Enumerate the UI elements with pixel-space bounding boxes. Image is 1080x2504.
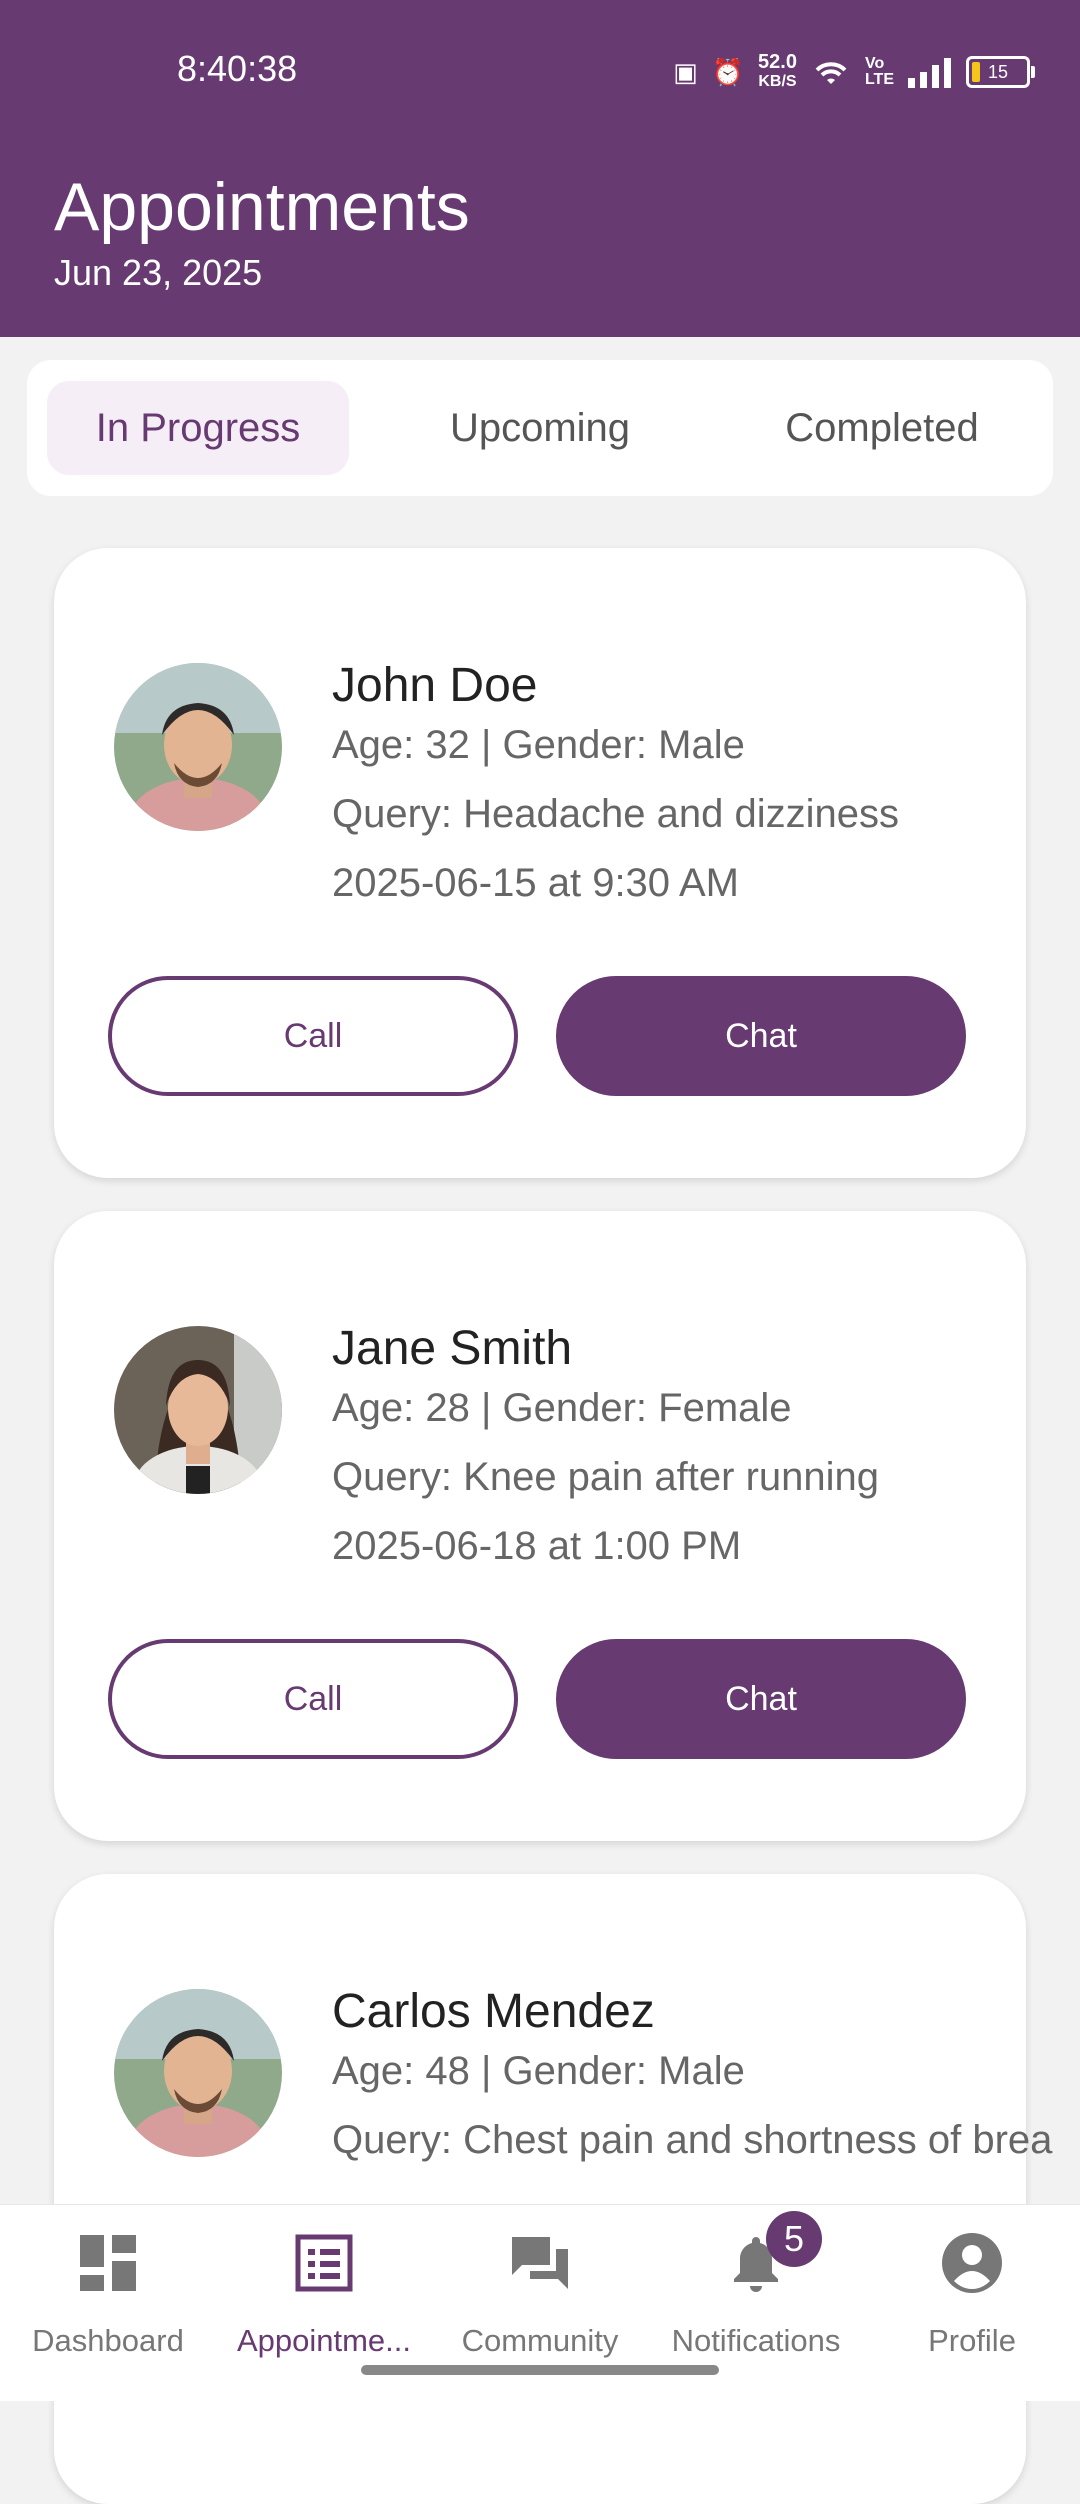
patient-query: Query: Headache and dizziness	[332, 792, 899, 836]
appointment-info: Jane Smith Age: 28 | Gender: Female Quer…	[332, 1321, 879, 1593]
chat-button[interactable]: Chat	[556, 1639, 966, 1759]
status-icons: ▣ ⏰ 52.0 KB/S Vo LTE 15	[673, 48, 1035, 96]
tab-upcoming[interactable]: Upcoming	[389, 381, 691, 475]
appointment-datetime: 2025-06-15 at 9:30 AM	[332, 861, 739, 905]
appointment-card[interactable]: John Doe Age: 32 | Gender: Male Query: H…	[54, 548, 1026, 1178]
chat-button[interactable]: Chat	[556, 976, 966, 1096]
call-button[interactable]: Call	[108, 1639, 518, 1759]
patient-name: John Doe	[332, 659, 538, 712]
page-date: Jun 23, 2025	[54, 252, 263, 293]
nav-dashboard[interactable]: Dashboard	[0, 2205, 216, 2401]
wifi-icon	[815, 62, 847, 84]
cast-icon: ▣	[673, 57, 698, 87]
profile-icon	[942, 2233, 1002, 2293]
battery-icon: 15	[966, 56, 1035, 88]
app-header: 8:40:38 ▣ ⏰ 52.0 KB/S Vo LTE 15 Appointme…	[0, 0, 1080, 337]
appointments-icon	[295, 2234, 353, 2292]
avatar	[114, 1989, 282, 2157]
tab-in-progress[interactable]: In Progress	[47, 381, 349, 475]
patient-name: Jane Smith	[332, 1322, 573, 1375]
nav-label: Dashboard	[32, 2323, 184, 2358]
nav-label: Appointme...	[236, 2323, 412, 2358]
dashboard-icon	[80, 2235, 136, 2291]
patient-details: Age: 32 | Gender: Male	[332, 723, 745, 767]
appointment-card[interactable]: Jane Smith Age: 28 | Gender: Female Quer…	[54, 1211, 1026, 1841]
nav-label: Notifications	[671, 2323, 841, 2358]
home-indicator[interactable]	[361, 2365, 719, 2375]
avatar	[114, 663, 282, 831]
net-speed: 52.0 KB/S	[758, 51, 797, 90]
appointment-info: John Doe Age: 32 | Gender: Male Query: H…	[332, 658, 899, 930]
tab-completed[interactable]: Completed	[731, 381, 1033, 475]
notification-badge: 5	[766, 2211, 822, 2267]
page-title: Appointments	[54, 169, 470, 245]
appointment-datetime: 2025-06-18 at 1:00 PM	[332, 1524, 742, 1568]
nav-label: Community	[461, 2323, 619, 2358]
volte-icon: Vo LTE	[864, 55, 894, 88]
nav-profile[interactable]: Profile	[864, 2205, 1080, 2401]
appointment-card[interactable]: Carlos Mendez Age: 48 | Gender: Male Que…	[54, 1874, 1052, 2504]
alarm-icon: ⏰	[711, 57, 745, 87]
call-button[interactable]: Call	[108, 976, 518, 1096]
patient-name: Carlos Mendez	[332, 1985, 655, 2038]
patient-details: Age: 28 | Gender: Female	[332, 1386, 792, 1430]
signal-icon	[908, 58, 951, 88]
avatar	[114, 1326, 282, 1494]
patient-query: Query: Knee pain after running	[332, 1455, 880, 1499]
appointment-info: Carlos Mendez Age: 48 | Gender: Male Que…	[332, 1984, 1052, 2187]
community-icon	[512, 2237, 568, 2289]
nav-label: Profile	[928, 2323, 1016, 2358]
appointment-tabs: In Progress Upcoming Completed	[27, 360, 1053, 496]
patient-query: Query: Chest pain and shortness of brea	[332, 2118, 1053, 2162]
status-time: 8:40:38	[177, 48, 298, 89]
patient-details: Age: 48 | Gender: Male	[332, 2049, 745, 2093]
